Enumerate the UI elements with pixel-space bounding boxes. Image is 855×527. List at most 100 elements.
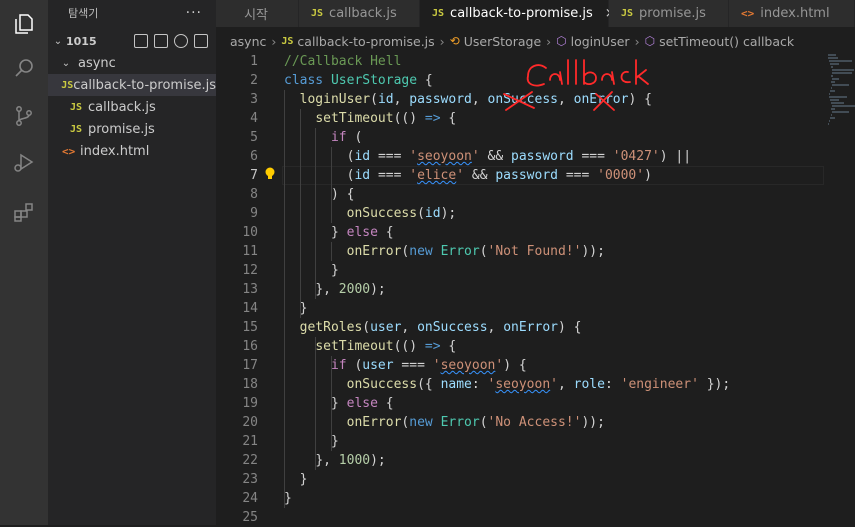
tab-welcome[interactable]: 시작 (216, 0, 299, 27)
code-line[interactable]: 2 class UserStorage { (216, 71, 816, 90)
code-text: (id === 'seoyoon' && password === '0427'… (346, 149, 692, 164)
line-number: 2 (250, 73, 258, 88)
more-actions-icon[interactable]: ··· (186, 5, 202, 21)
code-line[interactable]: 4 setTimeout(() => { (216, 109, 816, 128)
code-text: if (user === 'seoyoon') { (330, 358, 527, 373)
tree-root-1015[interactable]: ⌄ 1015 (48, 30, 216, 52)
breadcrumb-item[interactable]: loginUser (571, 34, 630, 49)
tab-bar: 시작 JS callback.js JS callback-to-promise… (216, 0, 855, 27)
code-line[interactable]: 16 setTimeout(() => { (216, 337, 816, 356)
collapse-all-icon[interactable] (194, 34, 208, 48)
code-line[interactable]: 22 }, 1000); (216, 451, 816, 470)
code-text: setTimeout(() => { (315, 339, 457, 354)
js-file-icon: JS (70, 123, 83, 135)
code-line[interactable]: 25 (216, 508, 816, 527)
code-text: getRoles(user, onSuccess, onError) { (299, 320, 582, 335)
breadcrumb-item[interactable]: callback-to-promise.js (297, 34, 434, 49)
chevron-right-icon: › (439, 33, 445, 49)
line-number: 23 (242, 472, 258, 487)
tab-promise-js[interactable]: JS promise.js (609, 0, 729, 27)
code-line[interactable]: 18 onSuccess({ name: 'seoyoon', role: 'e… (216, 375, 816, 394)
editor-area: 시작 JS callback.js JS callback-to-promise… (216, 0, 855, 525)
code-line[interactable]: 21 } (216, 432, 816, 451)
code-text: onError(new Error('Not Found!')); (346, 244, 605, 259)
tree-file-callback-to-promise[interactable]: JS callback-to-promise.js (48, 74, 216, 96)
file-label: index.html (80, 143, 150, 159)
code-line[interactable]: 19 } else { (216, 394, 816, 413)
minimap-line (828, 54, 836, 56)
html-file-icon: <> (741, 7, 755, 20)
line-number: 20 (242, 415, 258, 430)
method-icon: ⬡ (644, 34, 656, 48)
lightbulb-icon[interactable] (264, 167, 276, 181)
code-line[interactable]: 23 } (216, 470, 816, 489)
indent-guide (330, 394, 332, 413)
html-file-icon: <> (62, 144, 76, 158)
line-number: 17 (242, 358, 258, 373)
tree-folder-async[interactable]: ⌄ async (48, 52, 216, 74)
breadcrumb-item[interactable]: UserStorage (464, 34, 541, 49)
code-line[interactable]: 7 (id === 'elice' && password === '0000'… (216, 166, 824, 185)
code-line[interactable]: 17 if (user === 'seoyoon') { (216, 356, 816, 375)
minimap-line (829, 96, 847, 98)
code-line[interactable]: 20 onError(new Error('No Access!')); (216, 413, 816, 432)
run-debug-icon[interactable] (0, 138, 48, 186)
code-line[interactable]: 12 } (216, 261, 816, 280)
code-text: onError(new Error('No Access!')); (346, 415, 605, 430)
explorer-sidebar: 탐색기 ··· ⌄ 1015 ⌄ async JS callback-to-pr… (48, 0, 216, 525)
code-line[interactable]: 1 //Callback Hell (216, 52, 816, 71)
minimap-line (829, 60, 852, 62)
js-file-icon: JS (61, 79, 74, 91)
tree-file-callback[interactable]: JS callback.js (48, 96, 216, 118)
code-line[interactable]: 5 if ( (216, 128, 816, 147)
tab-callback-to-promise-js[interactable]: JS callback-to-promise.js × (420, 0, 616, 27)
code-line[interactable]: 9 onSuccess(id); (216, 204, 816, 223)
line-number: 15 (242, 320, 258, 335)
line-number: 25 (242, 510, 258, 525)
tab-label: callback.js (329, 6, 397, 21)
line-number: 8 (250, 187, 258, 202)
tree-file-promise[interactable]: JS promise.js (48, 118, 216, 140)
source-control-icon[interactable] (0, 92, 48, 140)
code-line[interactable]: 15 getRoles(user, onSuccess, onError) { (216, 318, 816, 337)
explorer-icon[interactable] (0, 0, 48, 48)
minimap[interactable] (826, 52, 855, 192)
tab-callback-js[interactable]: JS callback.js (299, 0, 420, 27)
code-line[interactable]: 8 ) { (216, 185, 816, 204)
js-file-icon: JS (621, 8, 634, 19)
line-number: 21 (242, 434, 258, 449)
code-line[interactable]: 6 (id === 'seoyoon' && password === '042… (216, 147, 816, 166)
minimap-line (830, 63, 839, 65)
tab-index-html[interactable]: <> index.html (729, 0, 855, 27)
folder-label: async (78, 55, 116, 71)
activity-bar (0, 0, 48, 525)
file-label: callback-to-promise.js (73, 77, 216, 93)
chevron-down-icon: ⌄ (61, 57, 71, 69)
breadcrumb: async › JS callback-to-promise.js › ⟲ Us… (216, 30, 794, 52)
line-number: 10 (242, 225, 258, 240)
tree-file-index-html[interactable]: <> index.html (48, 140, 216, 162)
code-line[interactable]: 24} (216, 489, 816, 508)
minimap-line (830, 99, 839, 101)
chevron-right-icon: › (546, 33, 552, 49)
extensions-icon[interactable] (0, 188, 48, 236)
code-line[interactable]: 3 loginUser(id, password, onSuccess, onE… (216, 90, 816, 109)
code-line[interactable]: 13 }, 2000); (216, 280, 816, 299)
chevron-right-icon: › (271, 33, 277, 49)
code-line[interactable]: 14 } (216, 299, 816, 318)
line-number: 1 (250, 54, 258, 69)
indent-guide (299, 109, 301, 318)
breadcrumb-item[interactable]: setTimeout() callback (659, 34, 794, 49)
code-text: } (299, 472, 308, 487)
root-actions (134, 34, 208, 48)
refresh-icon[interactable] (174, 34, 188, 48)
minimap-line (832, 69, 854, 71)
new-folder-icon[interactable] (154, 34, 168, 48)
code-text: if ( (330, 130, 363, 145)
code-line[interactable]: 10 } else { (216, 223, 816, 242)
search-icon[interactable] (0, 44, 48, 92)
breadcrumb-item[interactable]: async (230, 34, 266, 49)
new-file-icon[interactable] (134, 34, 148, 48)
line-number: 12 (242, 263, 258, 278)
code-line[interactable]: 11 onError(new Error('Not Found!')); (216, 242, 816, 261)
